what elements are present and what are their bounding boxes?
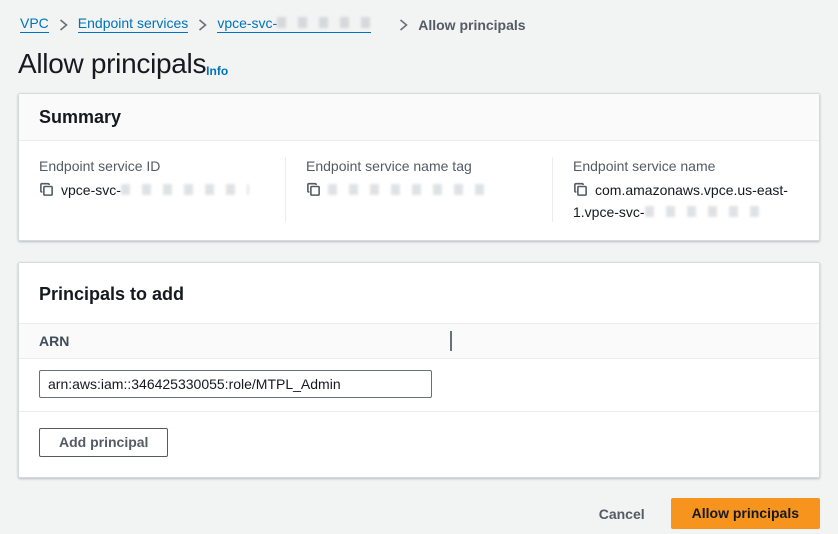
principal-row <box>19 359 819 411</box>
redacted-text <box>121 184 249 195</box>
summary-field-endpoint-service-id: Endpoint service ID vpce-svc- <box>19 157 285 222</box>
arn-column-header: ARN <box>19 323 819 359</box>
principals-panel-header: Principals to add <box>19 263 819 323</box>
copy-icon[interactable] <box>306 182 321 202</box>
copy-icon[interactable] <box>573 182 588 202</box>
add-principal-button[interactable]: Add principal <box>39 428 168 457</box>
breadcrumb-separator-icon <box>59 19 68 31</box>
field-label: Endpoint service name tag <box>306 157 532 175</box>
footer-actions: Cancel Allow principals <box>18 498 820 529</box>
summary-panel-header: Summary <box>19 94 819 141</box>
breadcrumb-current: Allow principals <box>418 17 525 33</box>
arn-column-label: ARN <box>39 333 69 349</box>
summary-title: Summary <box>39 106 799 128</box>
principals-panel: Principals to add ARN Add principal <box>18 262 820 478</box>
field-value <box>306 180 532 202</box>
breadcrumb: VPC Endpoint services vpce-svc- Allow pr… <box>0 0 838 33</box>
breadcrumb-separator-icon <box>399 19 408 31</box>
redacted-text <box>277 17 371 28</box>
column-resize-handle[interactable] <box>450 331 452 351</box>
page-title-row: Allow principals Info <box>0 48 838 80</box>
summary-body: Endpoint service ID vpce-svc- Endpoint s… <box>19 141 819 240</box>
field-value: com.amazonaws.vpce.us-east-1.vpce-svc- <box>573 180 799 222</box>
breadcrumb-link-vpc[interactable]: VPC <box>20 16 49 33</box>
summary-field-endpoint-service-name-tag: Endpoint service name tag <box>285 157 552 222</box>
field-label: Endpoint service ID <box>39 157 265 175</box>
info-link[interactable]: Info <box>206 63 228 79</box>
breadcrumb-link-service-id[interactable]: vpce-svc- <box>217 16 371 33</box>
redacted-text <box>328 184 488 195</box>
cancel-button[interactable]: Cancel <box>599 506 645 522</box>
allow-principals-button[interactable]: Allow principals <box>671 498 820 529</box>
arn-input[interactable] <box>39 370 432 398</box>
principals-title: Principals to add <box>39 283 799 305</box>
summary-field-endpoint-service-name: Endpoint service name com.amazonaws.vpce… <box>552 157 819 222</box>
breadcrumb-separator-icon <box>198 19 207 31</box>
field-label: Endpoint service name <box>573 157 799 175</box>
summary-panel: Summary Endpoint service ID vpce-svc- En… <box>18 93 820 241</box>
redacted-text <box>645 206 760 217</box>
field-value: vpce-svc- <box>39 180 265 202</box>
principals-panel-footer: Add principal <box>19 411 819 477</box>
page-title: Allow principals <box>18 48 206 80</box>
breadcrumb-link-endpoint-services[interactable]: Endpoint services <box>78 16 189 33</box>
copy-icon[interactable] <box>39 182 54 202</box>
